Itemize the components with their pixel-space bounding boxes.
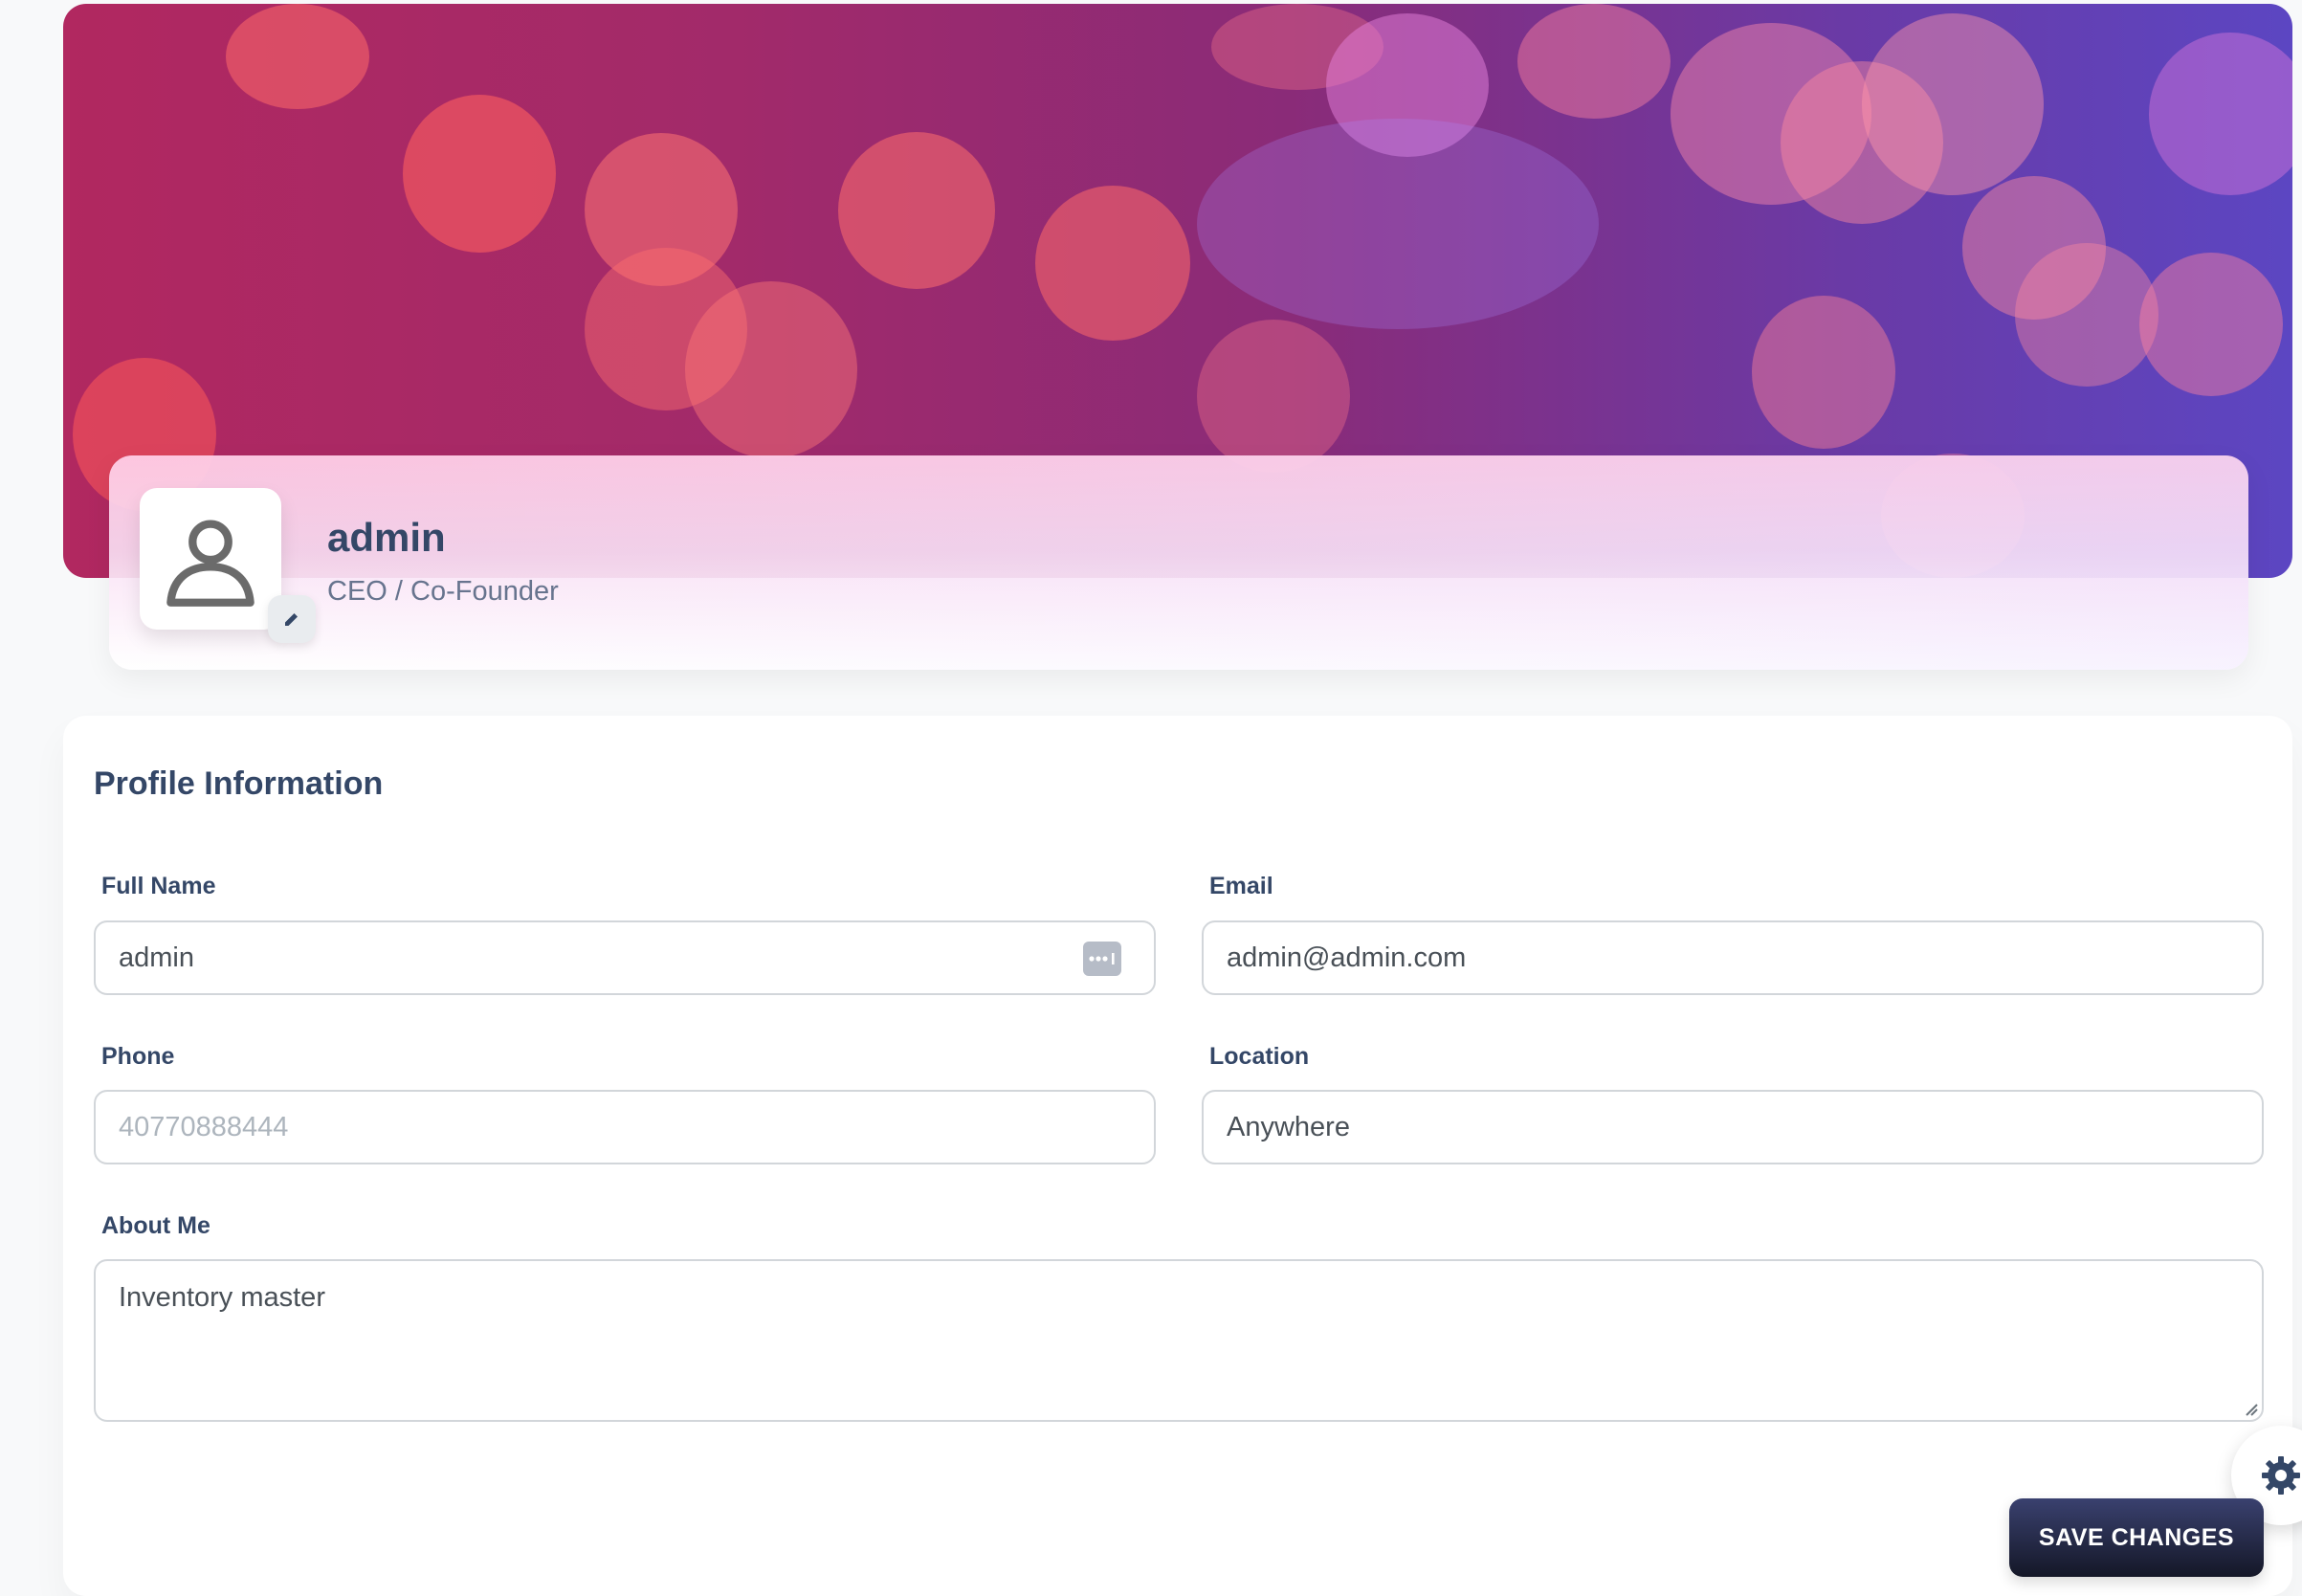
save-changes-button[interactable]: SAVE CHANGES xyxy=(2009,1498,2264,1577)
banner-bokeh xyxy=(2015,243,2158,387)
location-input[interactable]: Anywhere xyxy=(1202,1090,2264,1164)
avatar[interactable] xyxy=(140,488,281,630)
banner-bokeh xyxy=(1862,13,2044,195)
banner-bokeh xyxy=(1197,320,1350,473)
banner-bokeh xyxy=(1035,186,1190,341)
about-me-textarea[interactable]: Inventory master xyxy=(94,1259,2264,1422)
phone-label: Phone xyxy=(101,1043,175,1070)
banner-bokeh xyxy=(2139,253,2283,396)
banner-bokeh xyxy=(685,281,857,458)
full-name-value: admin xyxy=(119,942,194,973)
email-input[interactable]: admin@admin.com xyxy=(1202,920,2264,995)
phone-placeholder: 40770888444 xyxy=(119,1111,289,1142)
full-name-label: Full Name xyxy=(101,873,216,899)
gear-icon xyxy=(2262,1456,2300,1495)
banner-bokeh xyxy=(838,132,995,289)
resize-grip-icon[interactable] xyxy=(2241,1399,2258,1416)
about-me-value: Inventory master xyxy=(119,1282,325,1313)
banner-bokeh xyxy=(2149,33,2292,195)
password-dots-icon[interactable] xyxy=(1083,942,1121,976)
banner-bokeh xyxy=(1517,4,1671,119)
profile-name: admin xyxy=(327,515,446,560)
banner-bokeh xyxy=(226,4,369,109)
location-value: Anywhere xyxy=(1227,1111,1350,1142)
user-icon xyxy=(166,520,255,607)
location-label: Location xyxy=(1209,1043,1310,1070)
profile-role: CEO / Co-Founder xyxy=(327,576,559,607)
banner-bokeh xyxy=(403,95,556,253)
about-me-label: About Me xyxy=(101,1212,210,1239)
profile-page: admin CEO / Co-Founder Profile Informati… xyxy=(0,0,2302,1596)
phone-input[interactable]: 40770888444 xyxy=(94,1090,1156,1164)
full-name-input[interactable]: admin xyxy=(94,920,1156,995)
section-title: Profile Information xyxy=(94,765,384,802)
email-value: admin@admin.com xyxy=(1227,942,1467,973)
pencil-icon xyxy=(285,613,298,626)
banner-bokeh xyxy=(1752,296,1895,449)
email-label: Email xyxy=(1209,873,1273,899)
profile-header-card xyxy=(109,455,2248,670)
banner-bokeh xyxy=(1197,119,1599,329)
edit-avatar-button[interactable] xyxy=(268,595,316,643)
